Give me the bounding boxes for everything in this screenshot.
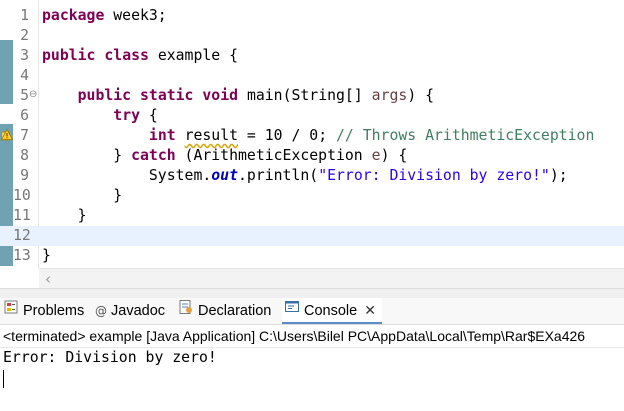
line-number: 1 [20,7,29,24]
console-status: <terminated> example [Java Application] … [0,325,624,348]
code-token: } [42,207,87,224]
code-token: static [140,87,194,104]
scroll-left-icon[interactable]: ‹ [45,270,51,288]
tab-declaration[interactable]: Declaration [178,298,271,324]
problems-icon [3,298,19,324]
tab-label: Problems [23,303,85,319]
code-text: } [42,246,51,266]
code-line[interactable]: 1 package week3; [0,6,624,26]
tab-label: Console [304,303,358,319]
code-token: week3; [104,7,167,24]
scrollbar-corner [0,268,39,288]
code-token: main(String[] [238,87,372,104]
code-token: result [184,127,239,144]
code-line[interactable]: 3 public class example { [0,46,624,66]
code-token: ) { [380,147,408,164]
code-token: } [42,147,132,164]
code-line[interactable]: 13} [0,246,624,266]
code-text: System.out.println("Error: Division by z… [42,166,568,186]
line-number: 2 [20,27,29,44]
code-token: ) { [407,87,435,104]
code-text: public class example { [42,46,238,66]
javadoc-icon: @ [95,304,107,319]
code-token: out [211,167,238,184]
code-token: public [42,47,96,64]
line-number: 11 [13,207,31,224]
code-editor[interactable]: 1 package week3; 2 3 public class example { 4… [0,0,624,268]
code-token: "Error: Division by zero!" [318,167,550,184]
line-number: 7 [20,127,29,144]
line-number: 9 [20,167,29,184]
declaration-icon [178,298,194,324]
code-token: e [371,147,381,164]
text-caret [3,370,4,388]
line-number: 10 [13,187,31,204]
line-number: 5 [20,87,29,104]
code-token: args [371,87,408,104]
code-token: example { [148,47,239,64]
code-text: } [42,206,87,226]
code-text: int result = 10 / 0; // Throws Arithmeti… [42,126,594,146]
code-line[interactable]: 8 } catch (ArithmeticException e) { [0,146,624,166]
code-line[interactable]: 6 try { [0,106,624,126]
line-number: 4 [20,67,29,84]
code-token: } [42,247,51,264]
console-status-text: <terminated> example [Java Application] … [3,328,586,344]
view-tab-bar: Problems @ Javadoc Declaration Console ✕ [0,298,624,325]
code-text: public static void main(String[] args) { [42,86,434,106]
code-token: ); [549,167,568,184]
code-line[interactable]: 5 ⊖ public static void main(String[] args… [0,86,624,106]
code-text: } catch (ArithmeticException e) { [42,146,407,166]
close-icon[interactable]: ✕ [364,302,376,318]
code-token: class [104,47,149,64]
code-token: System. [42,167,212,184]
code-line[interactable]: 2 [0,26,624,46]
code-line[interactable]: 9 System.out.println("Error: Division by… [0,166,624,186]
tab-label: Declaration [198,303,272,319]
code-line[interactable]: 10 } [0,186,624,206]
code-text: } [42,186,122,206]
code-token: public [77,87,132,104]
code-token: int [148,127,176,144]
code-text: package week3; [42,6,167,26]
code-token: { [140,107,158,124]
code-token: // Throws ArithmeticException [336,127,595,144]
console-output[interactable]: Error: Division by zero! [0,348,624,411]
code-line[interactable]: 4 [0,66,624,86]
code-token: .println( [238,167,319,184]
tab-problems[interactable]: Problems [3,298,84,324]
console-output-line: Error: Division by zero! [3,349,217,366]
code-token: = 10 / 0; [238,127,337,144]
code-token: void [202,87,239,104]
tab-javadoc[interactable]: @ Javadoc [95,298,165,324]
code-line[interactable]: 7 int result = 10 / 0; // Throws Arithme… [0,126,624,146]
horizontal-scrollbar[interactable]: ‹ [39,268,624,289]
code-text: try { [42,106,158,126]
code-token: (ArithmeticException [175,147,372,164]
line-number: 13 [13,247,31,264]
console-icon [284,299,300,323]
line-number: 8 [20,147,29,164]
code-token: catch [131,147,176,164]
line-number: 12 [13,227,31,244]
code-token: } [42,187,123,204]
code-token: package [42,7,105,24]
tab-console[interactable]: Console ✕ [282,298,382,324]
code-line[interactable]: 12 [0,226,624,246]
fold-collapse-icon[interactable]: ⊖ [29,90,39,100]
code-token: try [113,107,141,124]
line-number: 6 [20,107,29,124]
line-number: 3 [20,47,29,64]
code-line[interactable]: 11 } [0,206,624,226]
tab-label: Javadoc [111,303,166,319]
warning-icon[interactable] [1,129,13,141]
